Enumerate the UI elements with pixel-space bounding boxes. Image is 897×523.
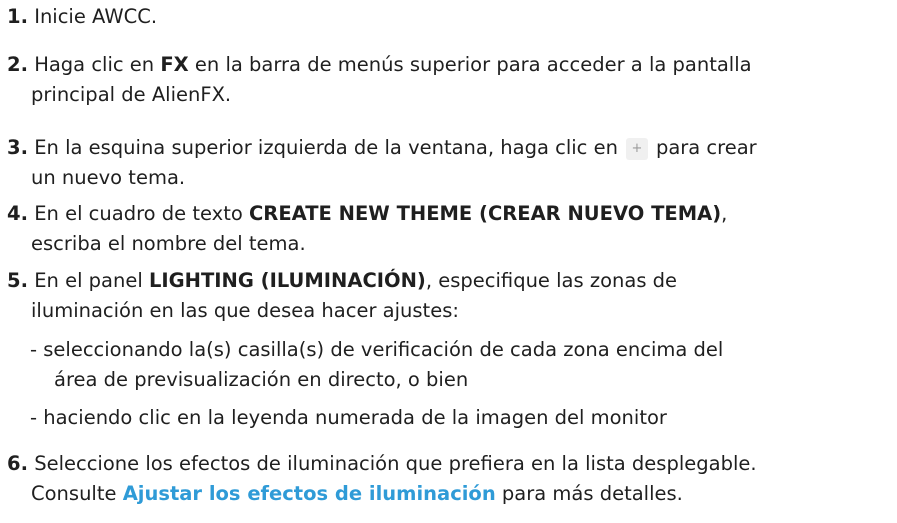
substep-1: - seleccionando la(s) casilla(s) de veri… <box>30 335 723 395</box>
step-text-line2: principal de AlienFX. <box>31 83 232 106</box>
substep-dash: - <box>30 338 38 361</box>
substep-text: seleccionando la(s) casilla(s) de verifi… <box>43 338 724 361</box>
step-3: 3. En la esquina superior izquierda de l… <box>7 133 757 193</box>
step-text-post: para más detalles. <box>495 482 683 505</box>
step-bold-term: FX <box>160 53 189 76</box>
step-number: 3. <box>7 136 28 159</box>
step-text-post: en la barra de menús superior para acced… <box>188 53 752 76</box>
step-text-line2: escriba el nombre del tema. <box>31 232 306 255</box>
step-text-line2: iluminación en las que desea hacer ajust… <box>31 299 459 322</box>
substep-text: haciendo clic en la leyenda numerada de … <box>43 406 667 429</box>
add-theme-plus-icon: + <box>625 137 648 160</box>
substep-dash: - <box>30 406 38 429</box>
step-text-pre: Consulte <box>31 482 123 505</box>
step-6: 6. Seleccione los efectos de iluminación… <box>7 449 757 509</box>
step-text: Seleccione los efectos de iluminación qu… <box>34 452 757 475</box>
step-2: 2. Haga clic en FX en la barra de menús … <box>7 50 752 110</box>
step-text-pre: En el cuadro de texto <box>34 202 249 225</box>
step-text-pre: En el panel <box>34 269 149 292</box>
step-text-pre: En la esquina superior izquierda de la v… <box>34 136 618 159</box>
step-text-post: , <box>721 202 728 225</box>
step-5: 5. En el panel LIGHTING (ILUMINACIÓN), e… <box>7 266 677 326</box>
effects-link[interactable]: Ajustar los efectos de iluminación <box>123 482 496 505</box>
step-number: 1. <box>7 5 28 28</box>
step-text-line2: un nuevo tema. <box>31 166 186 189</box>
step-text-post: , especifique las zonas de <box>425 269 678 292</box>
substep-2: - haciendo clic en la leyenda numerada d… <box>30 403 667 433</box>
step-text-pre: Haga clic en <box>34 53 161 76</box>
step-text-post: para crear <box>655 136 757 159</box>
step-bold-term: LIGHTING (ILUMINACIÓN) <box>148 269 426 292</box>
step-number: 4. <box>7 202 28 225</box>
substep-text-line2: área de previsualización en directo, o b… <box>54 368 469 391</box>
step-bold-term: CREATE NEW THEME (CREAR NUEVO TEMA) <box>249 202 722 225</box>
step-number: 5. <box>7 269 28 292</box>
step-number: 2. <box>7 53 28 76</box>
step-4: 4. En el cuadro de texto CREATE NEW THEM… <box>7 199 727 259</box>
step-number: 6. <box>7 452 28 475</box>
step-text: Inicie AWCC. <box>34 5 158 28</box>
step-1: 1. Inicie AWCC. <box>7 2 157 32</box>
step-text-line2: Consulte Ajustar los efectos de iluminac… <box>7 479 757 509</box>
